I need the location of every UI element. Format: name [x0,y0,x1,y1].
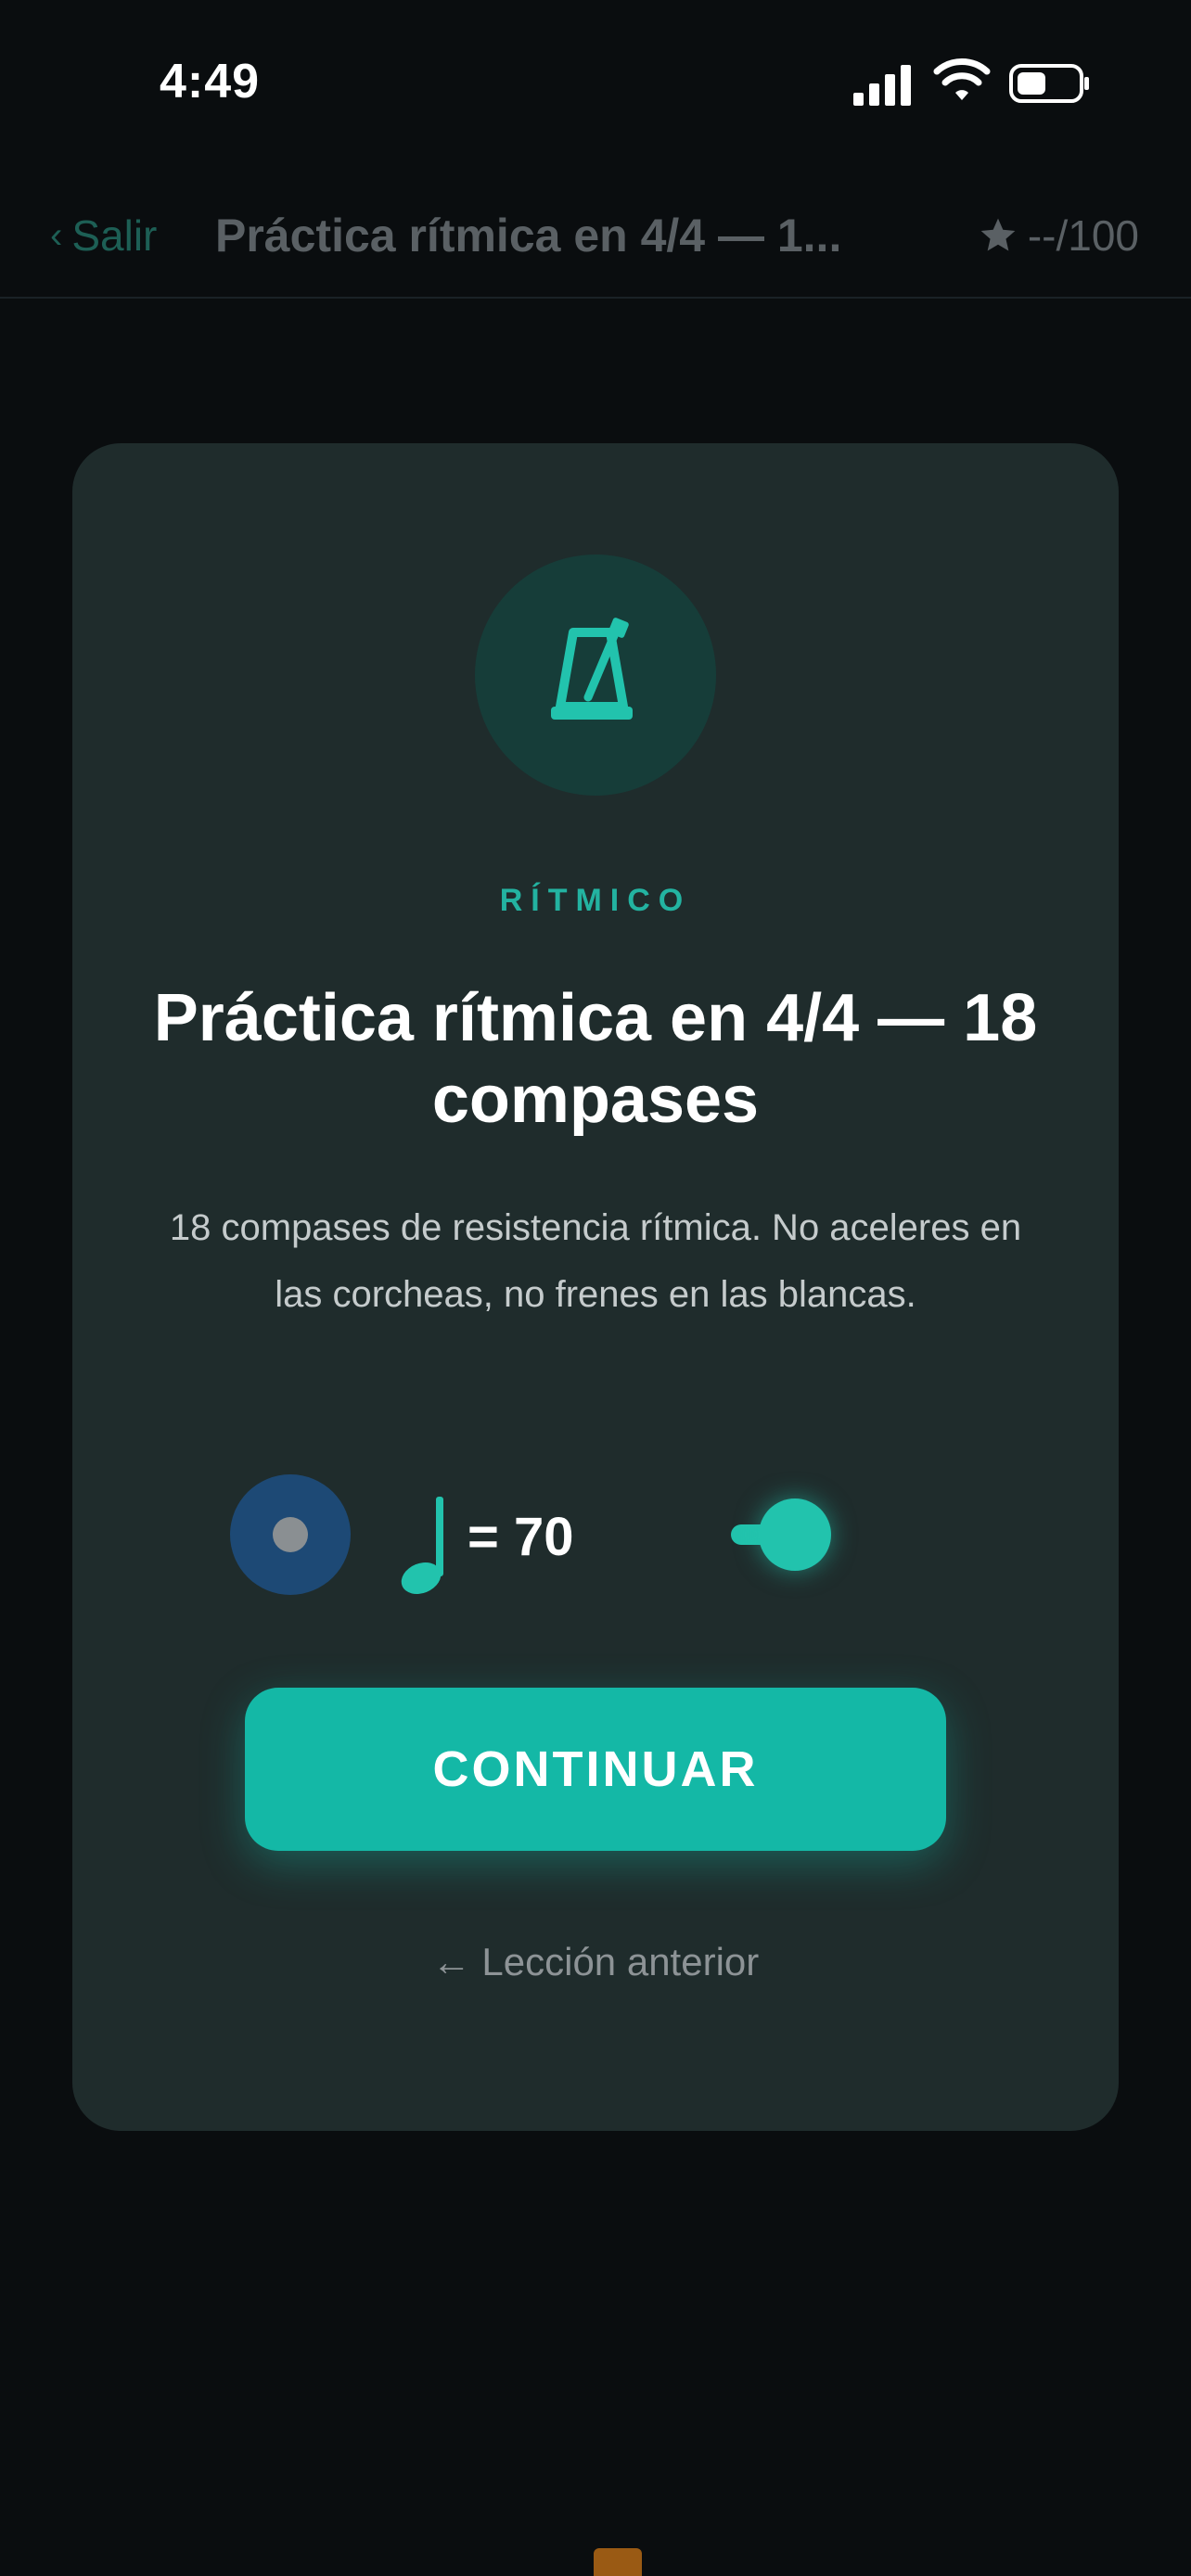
metronome-toggle[interactable] [731,1497,833,1575]
lesson-screen: 4:49 ‹ Salir Práctica rítmica en 4/4 — 1… [0,0,1191,2576]
chevron-left-icon: ‹ [50,215,63,256]
cellular-signal-icon [853,65,911,106]
battery-icon [1009,64,1089,103]
metronome-icon [551,618,633,720]
score-display: --/100 [978,208,1139,263]
previous-lesson-link[interactable]: ← Lección anterior [72,1940,1119,1984]
tempo-row: = 70 [230,1474,972,1604]
status-time: 4:49 [160,55,261,108]
toggle-knob [759,1498,831,1571]
score-value: --/100 [1027,211,1139,260]
exit-button[interactable]: ‹ Salir [50,208,157,263]
tempo-value: = 70 [467,1507,574,1567]
nav-header: ‹ Salir Práctica rítmica en 4/4 — 1... -… [0,185,1191,299]
lesson-description: 18 compases de resistencia rítmica. No a… [169,1207,1022,1315]
page-title: Práctica rítmica en 4/4 — 1... [215,210,842,261]
star-icon [980,218,1016,251]
wifi-icon [933,58,991,100]
record-icon [273,1517,308,1552]
continue-button[interactable]: CONTINUAR [245,1688,946,1851]
lesson-card: RÍTMICO Práctica rítmica en 4/4 — 18 com… [72,443,1119,2131]
exit-label: Salir [71,211,158,260]
category-label: RÍTMICO [499,883,692,918]
record-toggle[interactable] [230,1474,351,1595]
quarter-note-icon [401,1497,443,1594]
category-badge [475,555,716,796]
bottom-indicator [594,2548,642,2576]
lesson-title: Práctica rítmica en 4/4 — 18 compases [153,981,1038,1137]
status-bar: 4:49 [0,0,1191,167]
